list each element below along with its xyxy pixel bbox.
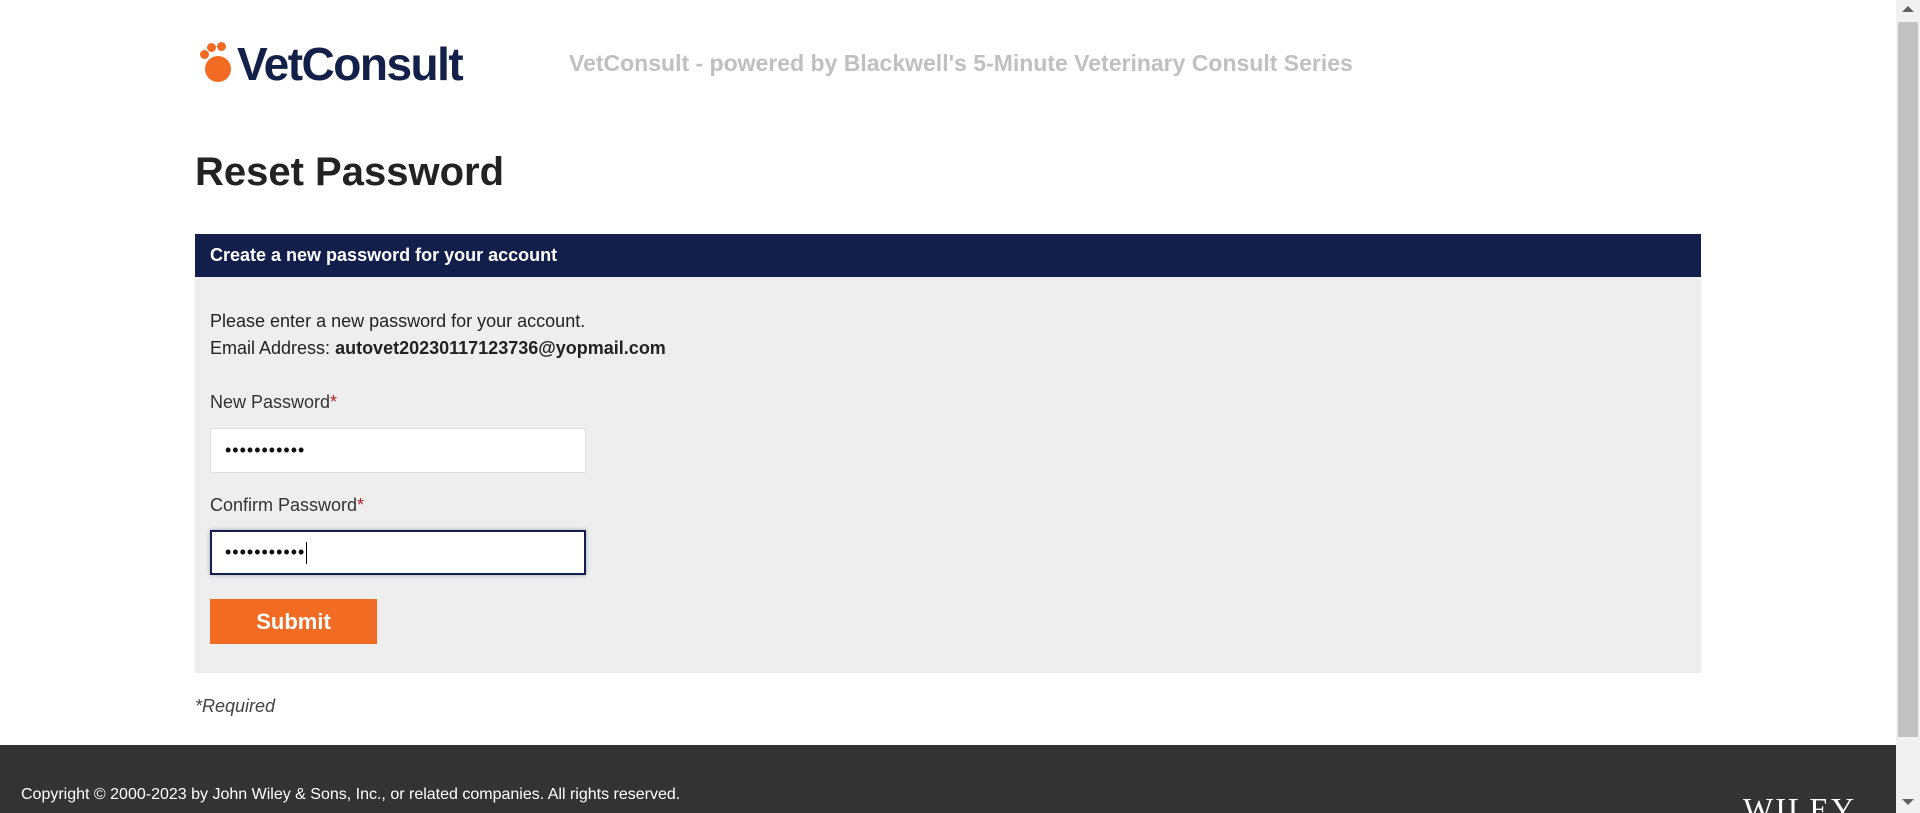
new-password-value: ••••••••••• — [225, 440, 306, 460]
new-password-input[interactable]: ••••••••••• — [210, 428, 586, 473]
reset-password-form: Please enter a new password for your acc… — [195, 277, 1701, 673]
copyright-text: Copyright © 2000-2023 by John Wiley & So… — [21, 786, 681, 803]
text-caret — [306, 542, 308, 565]
confirm-password-label-text: Confirm Password — [210, 495, 358, 515]
vertical-scrollbar[interactable] — [1896, 0, 1920, 813]
paw-icon — [197, 42, 237, 86]
intro-text: Please enter a new password for your acc… — [210, 308, 666, 362]
page: VetConsult VetConsult - powered by Black… — [0, 0, 1920, 813]
new-password-label-text: New Password — [210, 392, 331, 412]
required-marker: * — [330, 392, 338, 412]
submit-button[interactable]: Submit — [210, 599, 377, 644]
new-password-label: New Password* — [210, 392, 337, 413]
vetconsult-logo[interactable]: VetConsult — [197, 38, 464, 90]
panel-header: Create a new password for your account — [195, 234, 1701, 277]
email-value: autovet20230117123736@yopmail.com — [335, 338, 666, 358]
intro-instruction: Please enter a new password for your acc… — [210, 311, 586, 331]
scroll-up-arrow-icon[interactable] — [1902, 6, 1914, 12]
wiley-logo[interactable]: WILEY — [1743, 791, 1856, 813]
scrollbar-thumb[interactable] — [1898, 22, 1918, 737]
confirm-password-input[interactable]: ••••••••••• — [210, 530, 586, 575]
page-title: Reset Password — [195, 150, 505, 194]
email-label: Email Address: — [210, 338, 336, 358]
confirm-password-label: Confirm Password* — [210, 495, 364, 516]
footer: Copyright © 2000-2023 by John Wiley & So… — [0, 745, 1896, 813]
confirm-password-value: ••••••••••• — [225, 542, 306, 562]
email-line: Email Address: autovet20230117123736@yop… — [210, 335, 666, 362]
site-tagline: VetConsult - powered by Blackwell's 5-Mi… — [569, 50, 1353, 76]
logo-text: VetConsult — [237, 38, 464, 90]
scroll-down-arrow-icon[interactable] — [1902, 799, 1914, 805]
required-marker: * — [357, 495, 365, 515]
required-note: *Required — [195, 696, 276, 716]
